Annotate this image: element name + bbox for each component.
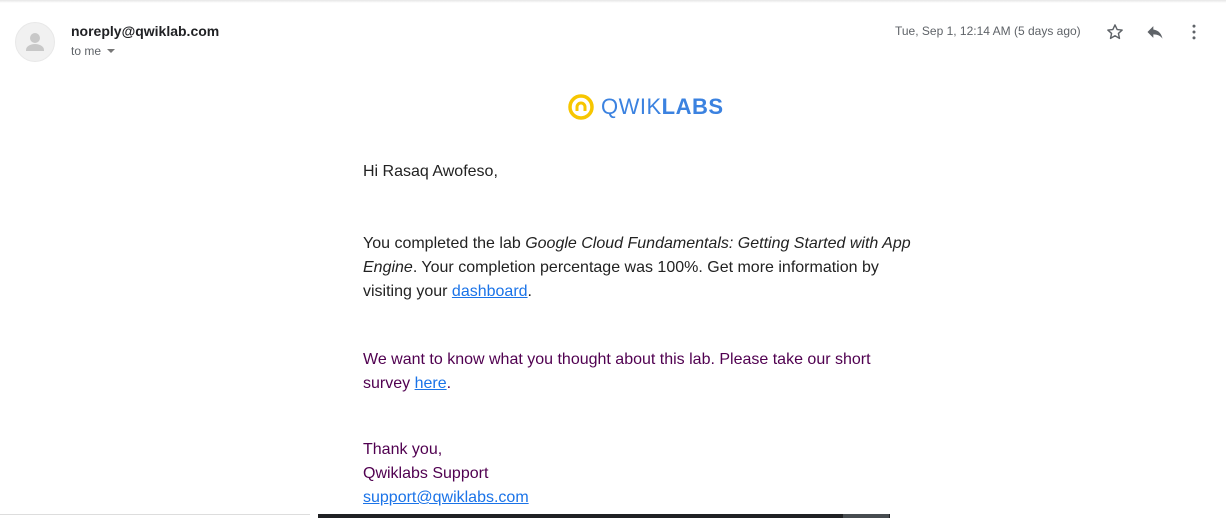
- survey-paragraph: We want to know what you thought about t…: [363, 348, 913, 396]
- star-icon: [1107, 24, 1123, 40]
- recipient-label: to me: [71, 44, 102, 58]
- caret-down-icon: [107, 49, 116, 53]
- survey-link[interactable]: here: [415, 375, 447, 392]
- qwiklabs-logo: QWIKLABS: [567, 93, 724, 121]
- logo-text-qwik: QWIK: [601, 94, 662, 119]
- reply-icon: [1147, 26, 1163, 39]
- horizontal-scrollbar[interactable]: [318, 514, 890, 518]
- scrollbar-thumb[interactable]: [843, 514, 889, 518]
- more-options-button[interactable]: [1182, 20, 1206, 44]
- star-button[interactable]: [1103, 20, 1127, 44]
- dashboard-link[interactable]: dashboard: [452, 283, 528, 300]
- more-vert-icon: [1192, 24, 1196, 40]
- qwiklabs-logo-icon: [568, 94, 594, 120]
- top-divider: [0, 0, 1226, 3]
- completion-text: You completed the lab: [363, 235, 526, 252]
- recipient-details-toggle[interactable]: to me: [71, 44, 116, 58]
- completion-paragraph: You completed the lab Google Cloud Funda…: [363, 232, 913, 304]
- period: .: [527, 283, 532, 300]
- email-date: Tue, Sep 1, 12:14 AM (5 days ago): [895, 24, 1081, 38]
- thanks: Thank you,: [363, 441, 443, 458]
- support-email-link[interactable]: support@qwiklabs.com: [363, 489, 529, 506]
- period: .: [446, 375, 452, 392]
- person-icon: [26, 33, 44, 51]
- logo-text-labs: LABS: [661, 94, 724, 119]
- signature: Qwiklabs Support: [363, 465, 489, 482]
- sender-email[interactable]: noreply@qwiklab.com: [71, 23, 219, 39]
- email-body: Hi Rasaq Awofeso, You completed the lab …: [363, 160, 913, 510]
- completion-text-2: . Your completion percentage was 100%. G…: [363, 259, 879, 300]
- divider: [0, 514, 310, 515]
- sender-avatar[interactable]: [15, 22, 55, 62]
- reply-button[interactable]: [1143, 20, 1167, 44]
- greeting: Hi Rasaq Awofeso,: [363, 163, 498, 180]
